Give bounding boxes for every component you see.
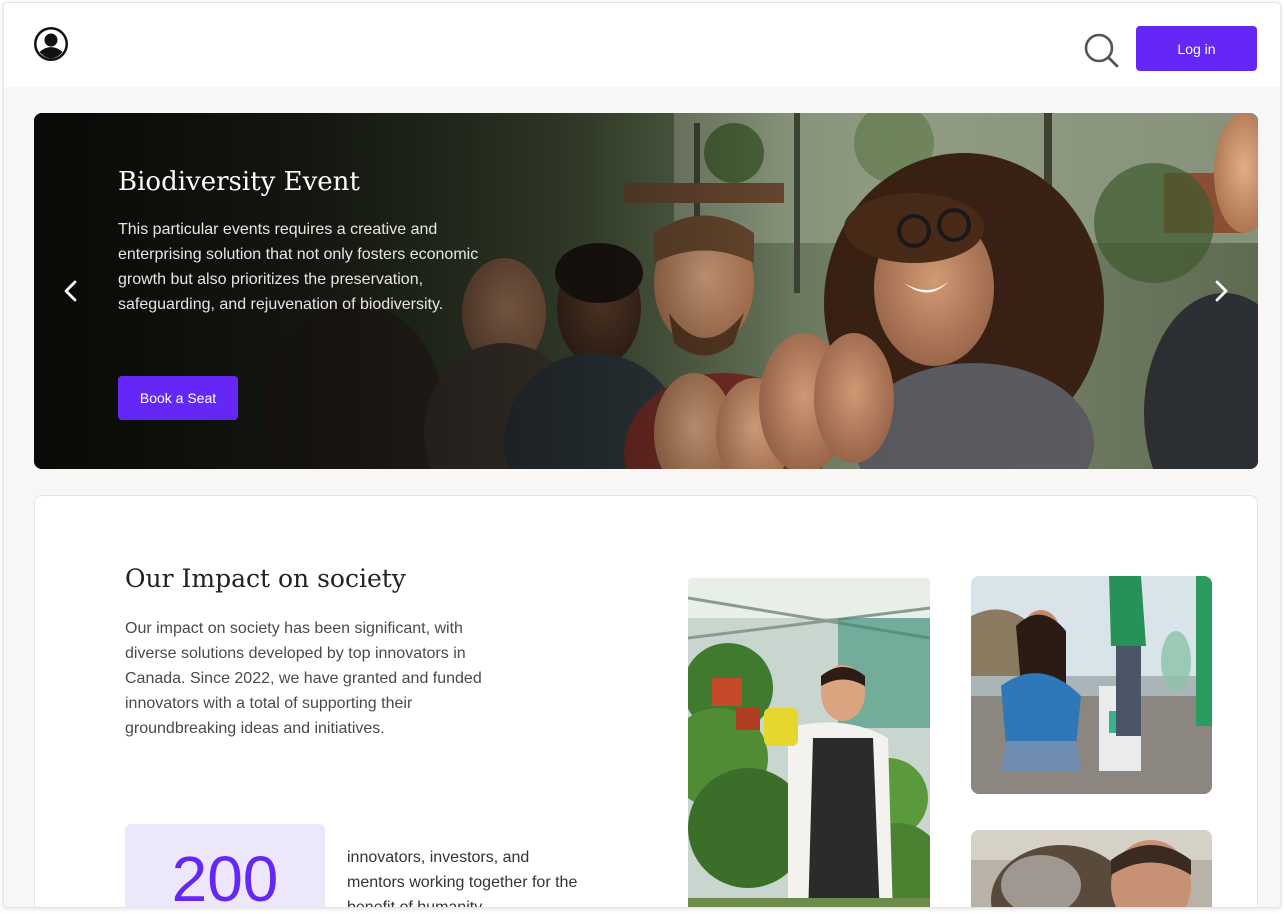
- search-icon[interactable]: [1082, 31, 1120, 69]
- impact-description: Our impact on society has been significa…: [125, 620, 482, 737]
- user-circle-logo-icon[interactable]: [32, 25, 70, 63]
- stat-description: innovators, investors, and mentors worki…: [347, 849, 578, 908]
- hero-carousel: Biodiversity Event This particular event…: [34, 113, 1258, 469]
- hero-description: This particular events requires a creati…: [118, 221, 479, 313]
- chevron-right-icon[interactable]: [1206, 273, 1236, 309]
- impact-title: Our Impact on society: [125, 564, 406, 593]
- greenhouse-gardener-photo: [688, 578, 930, 907]
- chevron-left-icon[interactable]: [56, 273, 86, 309]
- beach-recycling-photo: [971, 576, 1212, 794]
- login-button[interactable]: Log in: [1136, 26, 1257, 71]
- browser-viewport: Log in Biodiversity Event This particula…: [3, 2, 1281, 908]
- team-photo: [971, 830, 1212, 907]
- impact-section: Our Impact on society Our impact on soci…: [34, 495, 1258, 908]
- hero-title: Biodiversity Event: [118, 167, 360, 197]
- book-seat-button[interactable]: Book a Seat: [118, 376, 238, 420]
- top-navbar: Log in: [4, 3, 1280, 87]
- stat-value: 200: [171, 843, 279, 908]
- stat-card: 200: [125, 824, 325, 908]
